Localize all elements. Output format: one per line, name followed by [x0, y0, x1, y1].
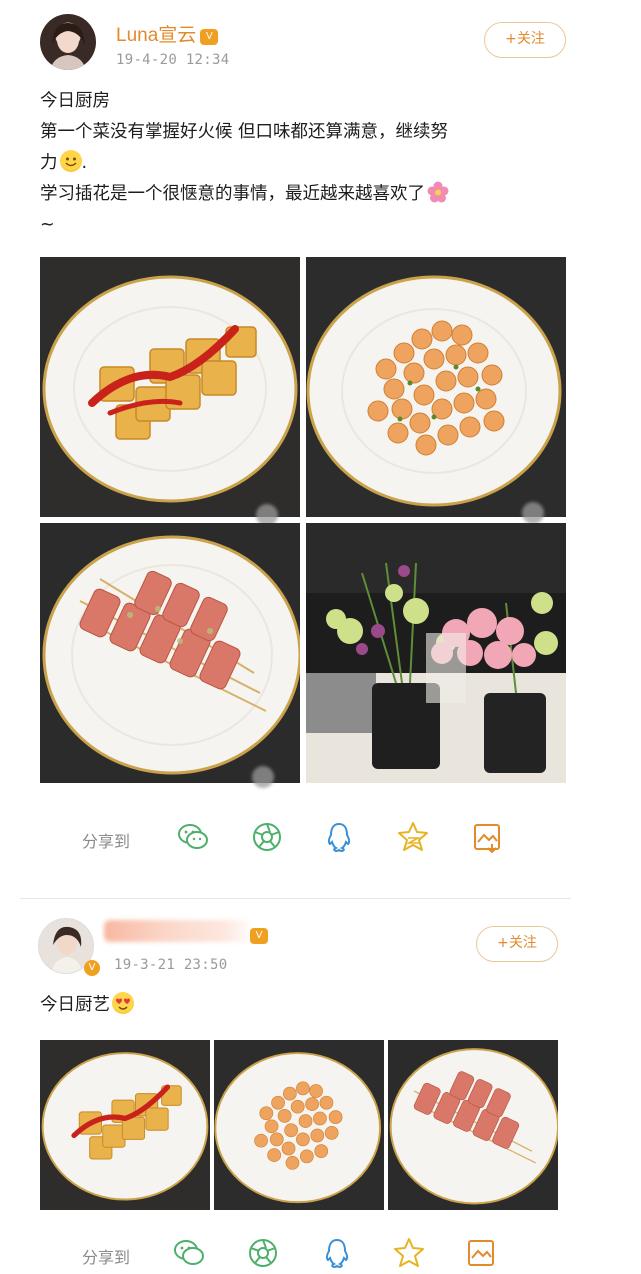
watermark-blur — [252, 766, 274, 788]
share-bar: 分享到 — [0, 1236, 641, 1274]
text-line: 今日厨房 — [40, 91, 110, 111]
photo-bacon-skewers[interactable] — [40, 523, 300, 783]
photo-flower-vases[interactable] — [306, 523, 566, 783]
photo-shrimp-dish[interactable] — [306, 257, 566, 517]
moments-icon[interactable] — [250, 820, 284, 854]
username[interactable]: Luna宣云 V — [116, 20, 219, 47]
text-line: ~ — [40, 215, 55, 235]
photo-shrimp-dish[interactable] — [214, 1040, 384, 1210]
follow-button[interactable]: +关注 — [484, 22, 566, 58]
smile-emoji-icon — [59, 150, 82, 172]
qq-icon[interactable] — [322, 820, 356, 854]
photo-omelet-roll[interactable] — [40, 1040, 210, 1210]
text-line: 力. — [40, 148, 449, 179]
save-image-icon[interactable] — [470, 820, 504, 854]
text-line: 第一个菜没有掌握好火候 但口味都还算满意，继续努 — [40, 122, 449, 142]
moments-icon[interactable] — [246, 1236, 280, 1270]
qzone-icon[interactable] — [392, 1236, 426, 1270]
qq-icon[interactable] — [320, 1236, 354, 1270]
user-avatar[interactable] — [40, 14, 96, 70]
username-blurred[interactable] — [104, 920, 254, 942]
text-line: 学习插花是一个很惬意的事情，最近越来越喜欢了 — [40, 179, 449, 210]
share-label: 分享到 — [82, 832, 131, 851]
post-body-text: 今日厨房 第一个菜没有掌握好火候 但口味都还算满意，继续努 力. 学习插花是一个… — [40, 86, 449, 241]
post-body-text: 今日厨艺 — [40, 990, 134, 1021]
wechat-icon[interactable] — [176, 820, 210, 854]
save-image-icon[interactable] — [464, 1236, 498, 1270]
text-line: 今日厨艺 — [40, 990, 134, 1021]
photo-bacon-skewers[interactable] — [388, 1040, 558, 1210]
follow-button[interactable]: +关注 — [476, 926, 558, 962]
heart-eyes-emoji-icon — [112, 992, 134, 1014]
photo-omelet-roll[interactable] — [40, 257, 300, 517]
post-timestamp: 19-4-20 12:34 — [116, 52, 230, 68]
post-card-1: Luna宣云 V 19-4-20 12:34 +关注 今日厨房 第一个菜没有掌握好… — [0, 0, 641, 899]
vip-badge-icon: V — [250, 928, 268, 944]
qzone-icon[interactable] — [396, 820, 430, 854]
watermark-blur — [522, 502, 544, 524]
share-label: 分享到 — [82, 1248, 131, 1267]
avatar-face-icon — [50, 22, 86, 70]
flower-emoji-icon — [427, 181, 449, 203]
post-divider — [20, 898, 571, 899]
vip-badge-icon: V — [200, 29, 219, 45]
post-timestamp: 19-3-21 23:50 — [114, 957, 228, 973]
wechat-icon[interactable] — [172, 1236, 206, 1270]
share-bar: 分享到 — [0, 820, 641, 860]
post-card-2: V V 19-3-21 23:50 +关注 今日厨艺 分享到 — [0, 902, 641, 1274]
verified-badge-icon: V — [84, 960, 100, 976]
